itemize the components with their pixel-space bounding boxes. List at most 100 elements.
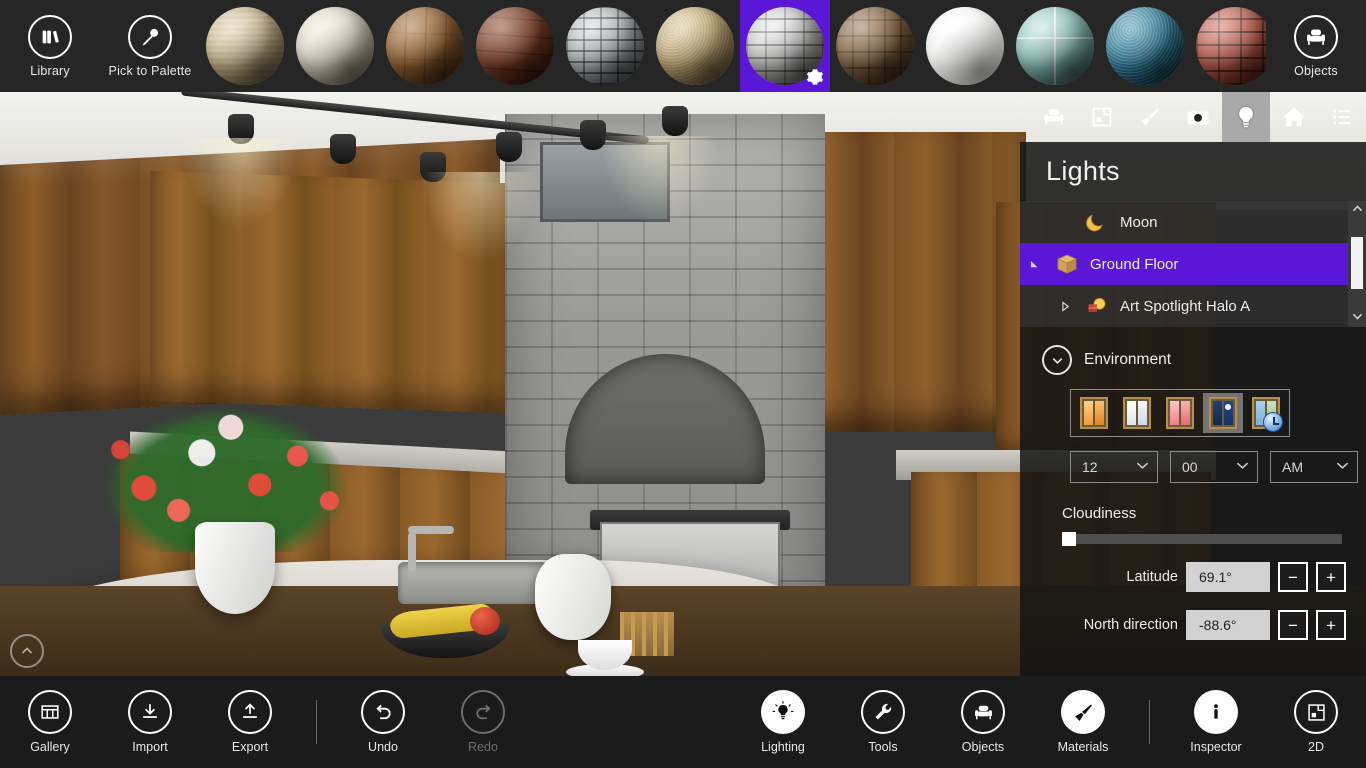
scene-upper-cabinets-left-2 [150,170,510,414]
undo-label: Undo [368,740,398,754]
material-swatch-white-gloss[interactable] [920,0,1010,92]
material-swatch-red-brick[interactable] [1190,0,1266,92]
lightbulb-icon [1239,106,1253,128]
latitude-row: Latitude 69.1° − + [1020,562,1366,592]
armchair-icon [961,690,1005,734]
latitude-increment-button[interactable]: + [1316,562,1346,592]
cloudiness-slider[interactable] [1062,532,1342,546]
tab-lighting[interactable] [1222,92,1270,142]
scene-vase [195,522,275,614]
env-preset-daylight[interactable] [1117,393,1157,433]
minute-dropdown[interactable]: 00 [1170,451,1258,483]
scroll-down-icon[interactable] [1352,312,1363,324]
import-button[interactable]: Import [100,676,200,768]
lights-tree[interactable]: Moon Ground Floor Art Spotlight Halo A [1020,201,1366,327]
material-swatch-light-wood-plank[interactable] [380,0,470,92]
material-swatch-cream-plaster[interactable] [290,0,380,92]
scene-teapot [535,554,611,640]
floorplan-icon [1294,690,1338,734]
redo-label: Redo [468,740,498,754]
export-button[interactable]: Export [200,676,300,768]
tree-item-label: Art Spotlight Halo A [1120,297,1251,315]
north-direction-label: North direction [1083,617,1178,633]
app-root: Library Pick to Palette Objects Lights M… [0,0,1366,768]
window-night-icon [1209,397,1237,429]
lights-panel: Lights Moon Ground Floor Art Spotlight H… [1020,92,1366,676]
list-icon [1333,109,1351,125]
env-preset-dawn[interactable] [1160,393,1200,433]
scene-stone-arch [565,354,765,484]
tab-floorplan[interactable] [1078,92,1126,142]
material-palette-strip[interactable] [200,0,1266,92]
tab-camera[interactable] [1174,92,1222,142]
scroll-up-icon[interactable] [1352,204,1363,216]
lighting-button[interactable]: Lighting [733,676,833,768]
scene-sink [398,562,548,604]
tree-item-moon[interactable]: Moon [1020,201,1366,243]
camera-icon [1187,109,1209,125]
floorplan-icon [1092,107,1112,127]
materials-button[interactable]: Materials [1033,676,1133,768]
scene-track-lamp-4 [496,132,522,162]
tree-item-ground-floor[interactable]: Ground Floor [1020,243,1366,285]
objects-top-label: Objects [1294,63,1338,78]
window-custom-time-icon [1252,397,1283,432]
export-icon [228,690,272,734]
import-icon [128,690,172,734]
tree-scrollbar[interactable] [1348,201,1366,327]
env-preset-custom-time[interactable] [1246,393,1286,433]
toolbar-divider-2 [1149,700,1150,744]
material-swatch-sand-beige[interactable] [200,0,290,92]
gear-icon[interactable] [806,68,824,86]
panel-tab-bar [1020,92,1366,142]
redo-button[interactable]: Redo [433,676,533,768]
north-direction-decrement-button[interactable]: − [1278,610,1308,640]
latitude-value[interactable]: 69.1° [1186,562,1270,592]
material-swatch-gray-shingle[interactable] [740,0,830,92]
chevron-up-icon [21,647,33,654]
eyedropper-icon [128,14,172,59]
environment-section-header[interactable]: Environment [1020,327,1366,385]
env-preset-night[interactable] [1203,393,1243,433]
material-swatch-tan-stucco[interactable] [650,0,740,92]
north-direction-value[interactable]: -88.6° [1186,610,1270,640]
objects-button-top[interactable]: Objects [1266,0,1366,92]
tab-home[interactable] [1270,92,1318,142]
export-label: Export [231,740,269,754]
inspector-button[interactable]: Inspector [1166,676,1266,768]
material-swatch-dark-wood-plank[interactable] [470,0,560,92]
gallery-button[interactable]: Gallery [0,676,100,768]
scene-track-lamp-6 [662,106,688,136]
cloudiness-slider-handle[interactable] [1062,532,1076,546]
window-daylight-icon [1123,397,1151,429]
chevron-down-icon [1336,461,1349,473]
undo-icon [361,690,405,734]
objects-button[interactable]: Objects [933,676,1033,768]
env-preset-sunset[interactable] [1074,393,1114,433]
hour-dropdown[interactable]: 12 [1070,451,1158,483]
scroll-thumb[interactable] [1351,237,1363,289]
twisty-collapsed-icon[interactable] [1050,300,1080,312]
pick-to-palette-button[interactable]: Pick to Palette [100,0,200,92]
tab-objects[interactable] [1030,92,1078,142]
material-swatch-wood-parquet[interactable] [830,0,920,92]
undo-button[interactable]: Undo [333,676,433,768]
meridiem-dropdown[interactable]: AM [1270,451,1358,483]
environment-label: Environment [1084,351,1172,368]
material-swatch-blue-carpet[interactable] [1100,0,1190,92]
tab-list[interactable] [1318,92,1366,142]
twisty-expanded-icon[interactable] [1020,259,1050,270]
latitude-decrement-button[interactable]: − [1278,562,1308,592]
north-direction-increment-button[interactable]: + [1316,610,1346,640]
tree-item-label: Moon [1120,213,1158,231]
tab-materials[interactable] [1126,92,1174,142]
library-button[interactable]: Library [0,0,100,92]
material-swatch-teal-marble[interactable] [1010,0,1100,92]
viewport-collapse-button[interactable] [10,634,44,668]
tree-item-art-spotlight-halo-a[interactable]: Art Spotlight Halo A [1020,285,1366,327]
2d-button[interactable]: 2D [1266,676,1366,768]
chevron-down-icon [1136,461,1149,473]
material-swatch-gray-brick[interactable] [560,0,650,92]
clock-icon [1263,412,1283,432]
tools-button[interactable]: Tools [833,676,933,768]
